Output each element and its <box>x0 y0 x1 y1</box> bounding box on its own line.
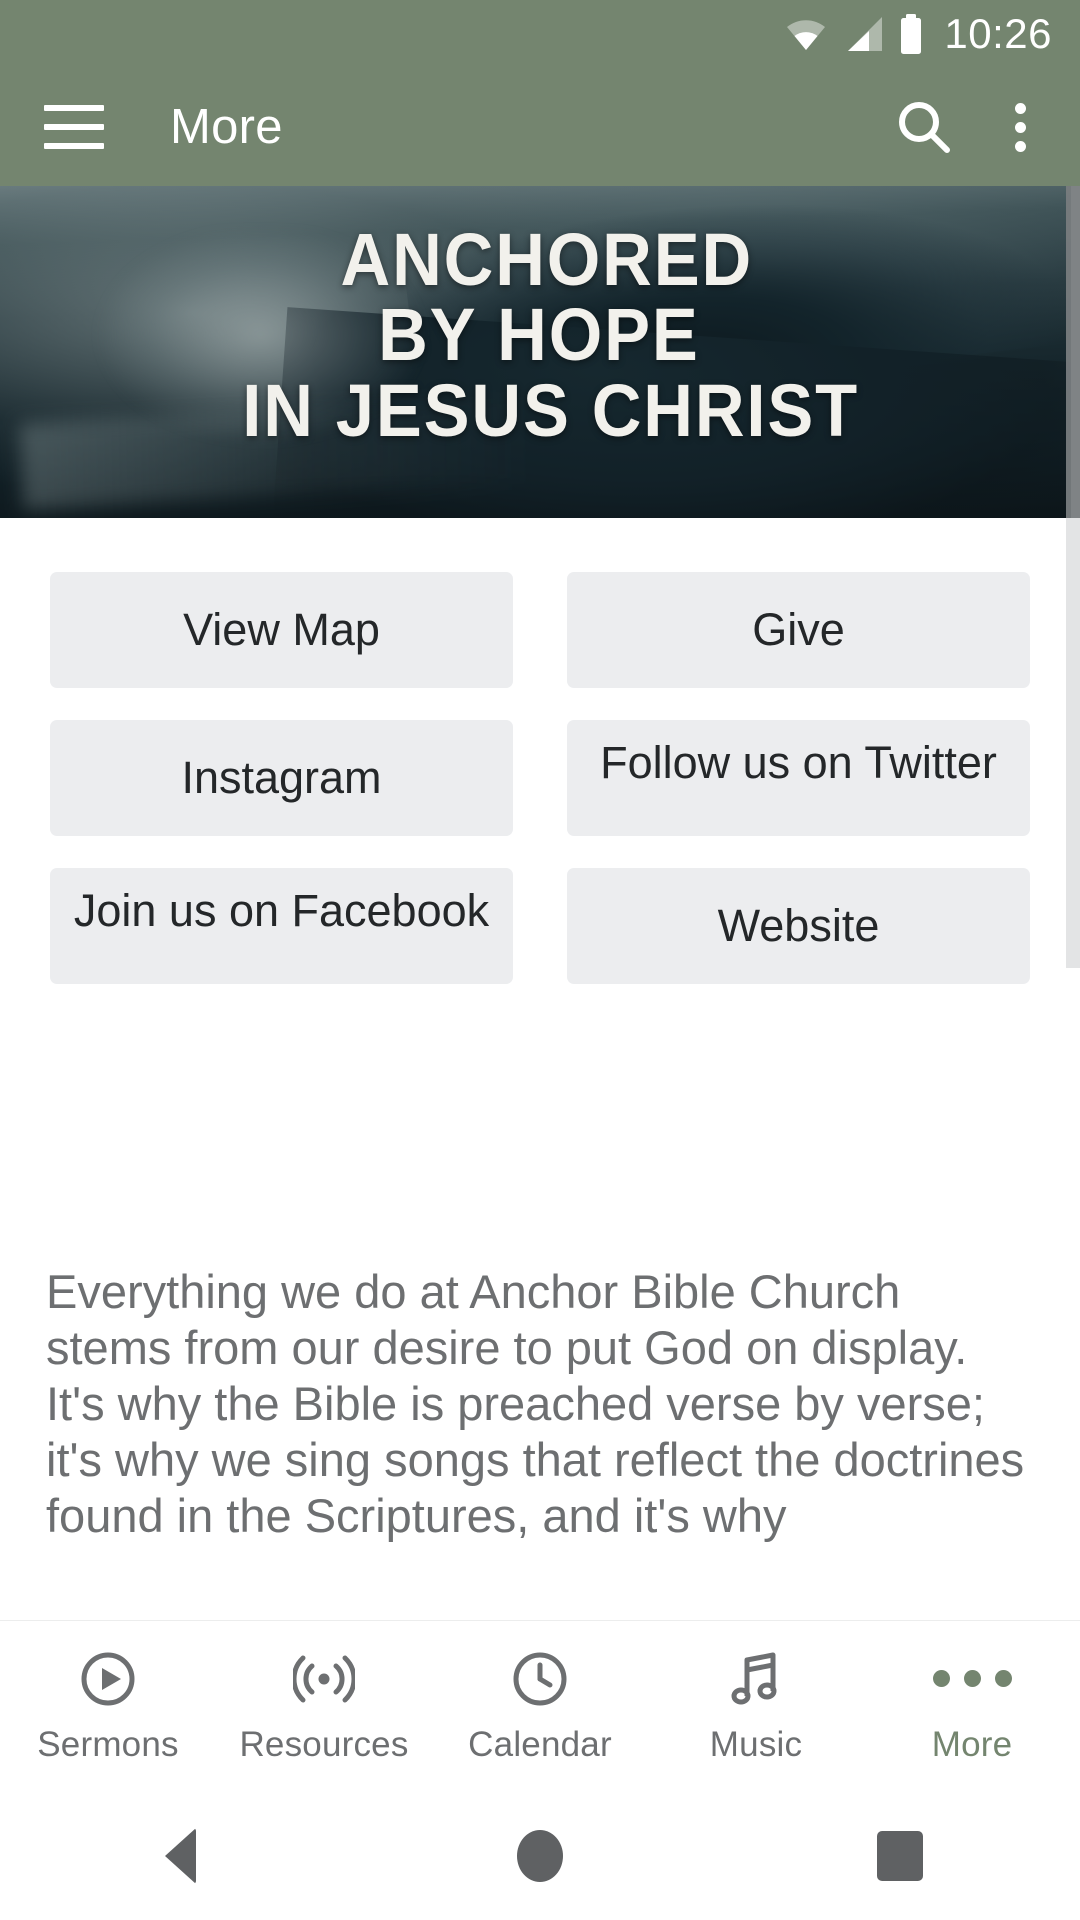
recents-square-icon <box>877 1831 923 1881</box>
home-circle-icon <box>517 1830 563 1882</box>
nav-home-button[interactable] <box>360 1792 720 1920</box>
button-label: Join us on Facebook <box>73 885 490 936</box>
nav-back-button[interactable] <box>0 1792 360 1920</box>
tab-label: Music <box>709 1724 803 1764</box>
view-map-button[interactable]: View Map <box>50 572 513 688</box>
tab-resources[interactable]: Resources <box>216 1621 432 1792</box>
website-button[interactable]: Website <box>567 868 1030 984</box>
cellular-signal-icon <box>848 17 883 51</box>
hero-banner[interactable]: ANCHORED BY HOPE IN JESUS CHRIST <box>0 186 1071 518</box>
tab-label: Sermons <box>37 1724 179 1764</box>
action-button-grid: View Map Give Instagram Follow us on Twi… <box>0 572 1080 1016</box>
app-screen: 10:26 More ANCHORED BY HOPE IN JESUS CHR… <box>0 0 1080 1920</box>
battery-icon <box>901 14 922 54</box>
instagram-button[interactable]: Instagram <box>50 720 513 836</box>
about-section: Everything we do at Anchor Bible Church … <box>0 1264 1080 1600</box>
android-nav-bar <box>0 1792 1080 1920</box>
hero-text-block: ANCHORED BY HOPE IN JESUS CHRIST <box>0 186 1071 518</box>
overflow-menu-icon[interactable] <box>1001 97 1040 158</box>
button-label: Follow us on Twitter <box>600 737 997 788</box>
status-bar-clock: 10:26 <box>944 10 1052 57</box>
button-label: View Map <box>183 604 380 656</box>
tab-more[interactable]: More <box>864 1621 1080 1792</box>
back-triangle-icon <box>164 1828 196 1884</box>
broadcast-icon <box>293 1649 355 1709</box>
button-label: Give <box>752 604 845 656</box>
tab-label: Resources <box>239 1724 409 1764</box>
about-paragraph: Everything we do at Anchor Bible Church … <box>46 1265 1025 1542</box>
button-label: Website <box>717 900 880 952</box>
app-bar-actions <box>895 97 1040 158</box>
more-dots-icon <box>932 1649 1012 1709</box>
button-row: Instagram Follow us on Twitter <box>50 720 1030 836</box>
tab-music[interactable]: Music <box>648 1621 864 1792</box>
clock-icon <box>511 1649 569 1709</box>
status-bar: 10:26 <box>0 0 1080 68</box>
hamburger-menu-icon[interactable] <box>44 105 104 149</box>
app-bar: More <box>0 68 1080 186</box>
bottom-tab-bar: Sermons Resources Calendar Music More <box>0 1620 1080 1792</box>
wifi-icon <box>787 20 826 50</box>
hero-line-3: IN JESUS CHRIST <box>242 368 859 452</box>
tab-calendar[interactable]: Calendar <box>432 1621 648 1792</box>
button-label: Instagram <box>181 752 382 804</box>
hero-line-1: ANCHORED <box>340 218 753 301</box>
button-row: Join us on Facebook Website <box>50 868 1030 984</box>
twitter-button[interactable]: Follow us on Twitter <box>567 720 1030 836</box>
page-title: More <box>170 100 283 154</box>
play-circle-icon <box>79 1649 137 1709</box>
facebook-button[interactable]: Join us on Facebook <box>50 868 513 984</box>
tab-label: Calendar <box>468 1724 612 1764</box>
button-row: View Map Give <box>50 572 1030 688</box>
search-icon[interactable] <box>895 98 953 156</box>
music-note-icon <box>729 1649 783 1709</box>
tab-sermons[interactable]: Sermons <box>0 1621 216 1792</box>
give-button[interactable]: Give <box>567 572 1030 688</box>
hero-line-2: BY HOPE <box>377 293 700 377</box>
scrollbar-thumb-upper[interactable] <box>1066 186 1080 518</box>
nav-recents-button[interactable] <box>720 1792 1080 1920</box>
tab-label: More <box>931 1724 1013 1764</box>
